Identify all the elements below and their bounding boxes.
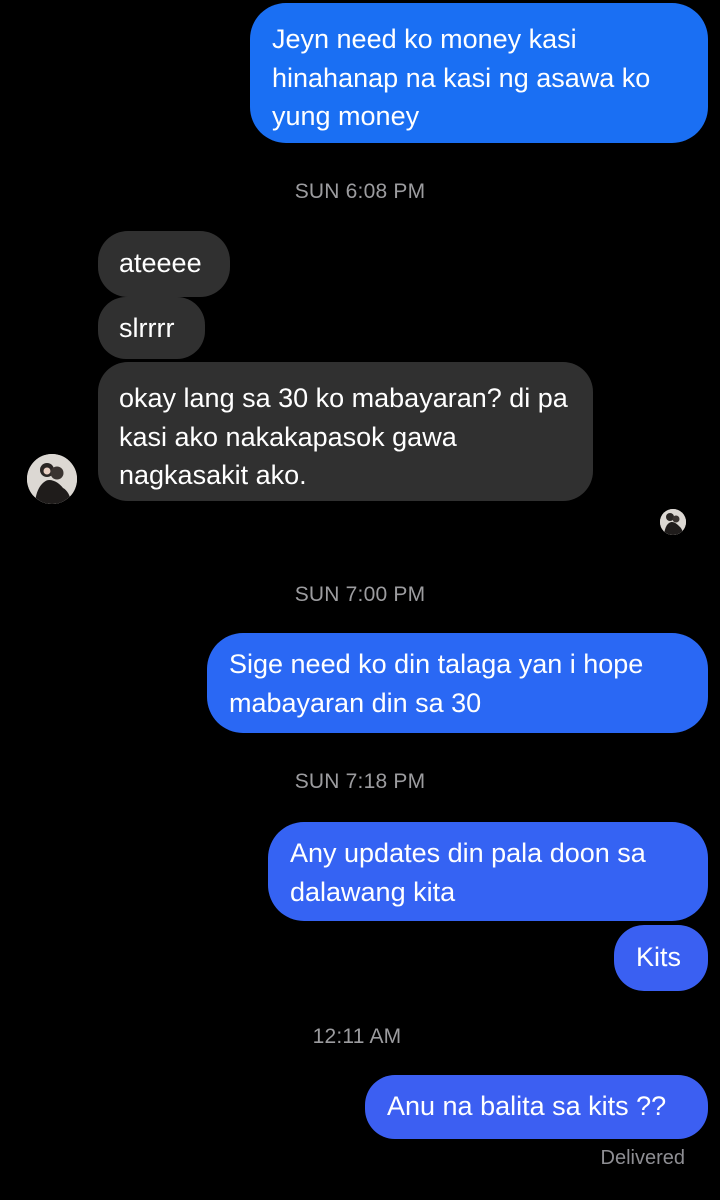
delivery-status: Delivered <box>600 1147 685 1169</box>
outgoing-message-bubble[interactable]: Anu na balita sa kits ?? <box>365 1075 708 1139</box>
timestamp: SUN 7:00 PM <box>294 583 426 606</box>
outgoing-message-bubble[interactable]: Kits <box>614 925 708 991</box>
incoming-message-bubble[interactable]: okay lang sa 30 ko mabayaran? di pa kasi… <box>98 362 593 501</box>
outgoing-message-bubble[interactable]: Jeyn need ko money kasi hinahanap na kas… <box>250 3 708 143</box>
outgoing-message-bubble[interactable]: Sige need ko din talaga yan i hope mabay… <box>207 633 708 733</box>
read-receipt-avatar-icon <box>660 509 686 535</box>
incoming-message-bubble[interactable]: slrrrr <box>98 297 205 359</box>
person-avatar-icon[interactable] <box>27 454 77 504</box>
timestamp: SUN 6:08 PM <box>294 180 426 203</box>
outgoing-message-bubble[interactable]: Any updates din pala doon sa dalawang ki… <box>268 822 708 921</box>
timestamp: 12:11 AM <box>312 1025 402 1048</box>
timestamp: SUN 7:18 PM <box>294 770 426 793</box>
incoming-message-bubble[interactable]: ateeee <box>98 231 230 297</box>
